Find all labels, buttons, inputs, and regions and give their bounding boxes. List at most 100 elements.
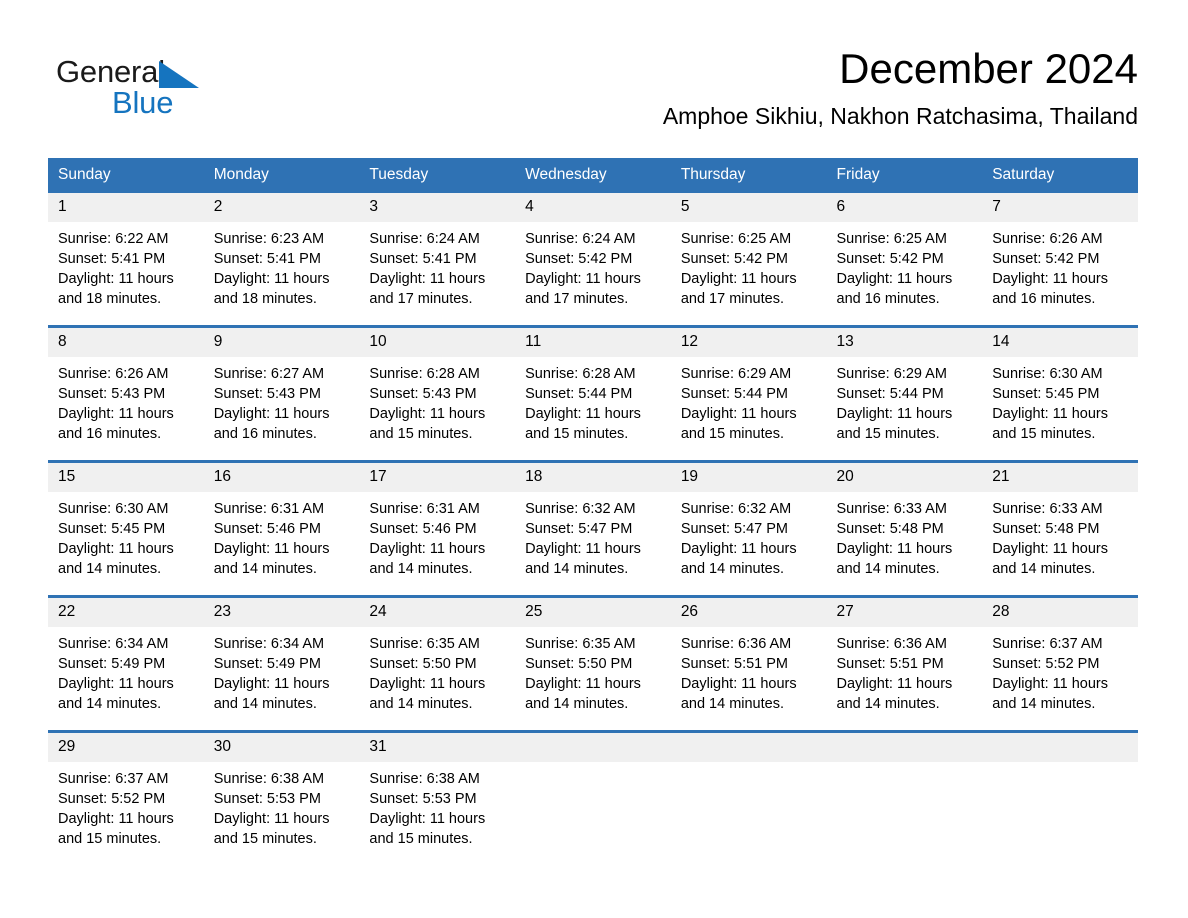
day-details: Sunrise: 6:33 AM Sunset: 5:48 PM Daylight:… [827,492,983,579]
day-number [515,733,671,762]
calendar-week-row: 22 Sunrise: 6:34 AM Sunset: 5:49 PM Dayligh… [48,595,1138,732]
sunset-text: Sunset: 5:41 PM [369,251,477,267]
calendar-day-cell[interactable]: 1 Sunrise: 6:22 AM Sunset: 5:41 PM Daylight… [48,193,204,327]
day-details: Sunrise: 6:29 AM Sunset: 5:44 PM Daylight:… [671,357,827,444]
day-number: 31 [359,733,516,762]
calendar-day-cell[interactable]: 22 Sunrise: 6:34 AM Sunset: 5:49 PM Dayligh… [48,595,204,732]
daylight-text-line1: Daylight: 11 hours [525,406,641,422]
daylight-text-line1: Daylight: 11 hours [992,676,1109,692]
sunrise-text: Sunrise: 6:31 AM [213,501,325,517]
calendar-day-cell[interactable]: 16 Sunrise: 6:31 AM Sunset: 5:46 PM Dayligh… [203,460,360,597]
daylight-text-line1: Daylight: 11 hours [525,271,641,287]
weekday-header-thursday: Thursday [670,158,827,193]
calendar-day-cell[interactable]: 7 Sunrise: 6:26 AM Sunset: 5:42 PM Daylight… [982,193,1138,327]
calendar-day-cell[interactable]: 13 Sunrise: 6:29 AM Sunset: 5:44 PM Dayligh… [826,325,983,462]
calendar-day-cell[interactable]: 24 Sunrise: 6:35 AM Sunset: 5:50 PM Dayligh… [359,595,516,732]
daylight-text-line1: Daylight: 11 hours [213,541,330,557]
daylight-text-line2: and 18 minutes. [213,291,317,307]
calendar-day-cell[interactable]: 5 Sunrise: 6:25 AM Sunset: 5:42 PM Daylight… [670,193,827,327]
calendar-week-row: 29 Sunrise: 6:37 AM Sunset: 5:52 PM Dayligh… [48,730,1138,865]
daylight-text-line2: and 14 minutes. [525,561,629,577]
calendar-day-cell[interactable]: 18 Sunrise: 6:32 AM Sunset: 5:47 PM Dayligh… [515,460,671,597]
calendar-day-cell[interactable]: 14 Sunrise: 6:30 AM Sunset: 5:45 PM Dayligh… [982,325,1138,462]
day-number: 3 [359,193,516,222]
calendar-day-cell[interactable]: 9 Sunrise: 6:27 AM Sunset: 5:43 PM Daylight… [203,325,360,462]
daylight-text-line1: Daylight: 11 hours [680,406,797,422]
daylight-text-line1: Daylight: 11 hours [213,271,330,287]
calendar-day-cell[interactable]: 17 Sunrise: 6:31 AM Sunset: 5:46 PM Dayligh… [359,460,516,597]
calendar-day-cell[interactable]: 26 Sunrise: 6:36 AM Sunset: 5:51 PM Dayligh… [670,595,827,732]
generalblue-logo[interactable]: General Blue [56,54,256,134]
daylight-text-line1: Daylight: 11 hours [992,406,1109,422]
calendar-day-cell[interactable]: 11 Sunrise: 6:28 AM Sunset: 5:44 PM Dayligh… [515,325,671,462]
daylight-text-line1: Daylight: 11 hours [58,406,174,422]
sunset-text: Sunset: 5:53 PM [213,791,321,807]
day-number: 22 [48,598,204,627]
sunrise-text: Sunrise: 6:28 AM [525,366,636,382]
sunrise-text: Sunrise: 6:24 AM [369,231,480,247]
calendar-day-cell[interactable]: 6 Sunrise: 6:25 AM Sunset: 5:42 PM Daylight… [826,193,983,327]
calendar-day-cell[interactable]: 27 Sunrise: 6:36 AM Sunset: 5:51 PM Dayligh… [826,595,983,732]
calendar-day-cell[interactable]: 2 Sunrise: 6:23 AM Sunset: 5:41 PM Daylight… [203,193,360,327]
calendar-day-cell[interactable]: 20 Sunrise: 6:33 AM Sunset: 5:48 PM Dayligh… [826,460,983,597]
sunset-text: Sunset: 5:45 PM [58,521,166,537]
calendar-day-cell[interactable]: 31 Sunrise: 6:38 AM Sunset: 5:53 PM Dayligh… [359,730,516,865]
day-details: Sunrise: 6:32 AM Sunset: 5:47 PM Daylight:… [671,492,827,579]
daylight-text-line2: and 14 minutes. [836,561,940,577]
weekday-header-friday: Friday [826,158,983,193]
sunrise-text: Sunrise: 6:33 AM [992,501,1103,517]
calendar-day-cell[interactable]: 21 Sunrise: 6:33 AM Sunset: 5:48 PM Dayligh… [982,460,1138,597]
calendar-cell-empty [515,730,671,865]
calendar-day-cell[interactable]: 4 Sunrise: 6:24 AM Sunset: 5:42 PM Daylight… [515,193,671,327]
day-number: 1 [48,193,204,222]
day-number: 11 [515,328,671,357]
daylight-text-line2: and 14 minutes. [58,696,162,712]
sunrise-text: Sunrise: 6:38 AM [369,771,480,787]
day-details: Sunrise: 6:24 AM Sunset: 5:41 PM Daylight:… [359,222,515,309]
logo-text-blue: Blue [112,85,174,120]
day-number: 6 [826,193,983,222]
daylight-text-line1: Daylight: 11 hours [369,811,486,827]
calendar-cell-empty [982,730,1138,865]
sunset-text: Sunset: 5:46 PM [213,521,321,537]
day-number: 7 [982,193,1138,222]
day-details: Sunrise: 6:36 AM Sunset: 5:51 PM Daylight:… [827,627,983,714]
day-number: 25 [515,598,671,627]
daylight-text-line1: Daylight: 11 hours [525,541,641,557]
daylight-text-line1: Daylight: 11 hours [213,676,330,692]
calendar-day-cell[interactable]: 8 Sunrise: 6:26 AM Sunset: 5:43 PM Daylight… [48,325,204,462]
calendar-day-cell[interactable]: 25 Sunrise: 6:35 AM Sunset: 5:50 PM Dayligh… [515,595,671,732]
daylight-text-line2: and 15 minutes. [213,831,317,847]
day-number: 23 [203,598,360,627]
calendar-day-cell[interactable]: 15 Sunrise: 6:30 AM Sunset: 5:45 PM Dayligh… [48,460,204,597]
calendar-day-cell[interactable]: 23 Sunrise: 6:34 AM Sunset: 5:49 PM Dayligh… [203,595,360,732]
sunrise-text: Sunrise: 6:35 AM [369,636,480,652]
calendar-table: Sunday Monday Tuesday Wednesday Thursday… [48,158,1138,865]
daylight-text-line1: Daylight: 11 hours [369,271,486,287]
calendar-day-cell[interactable]: 30 Sunrise: 6:38 AM Sunset: 5:53 PM Dayligh… [203,730,360,865]
day-number: 2 [203,193,360,222]
sunset-text: Sunset: 5:51 PM [680,656,789,672]
daylight-text-line2: and 15 minutes. [680,426,784,442]
daylight-text-line1: Daylight: 11 hours [680,541,797,557]
daylight-text-line2: and 14 minutes. [58,561,162,577]
calendar-day-cell[interactable]: 3 Sunrise: 6:24 AM Sunset: 5:41 PM Daylight… [359,193,516,327]
calendar-day-cell[interactable]: 10 Sunrise: 6:28 AM Sunset: 5:43 PM Dayligh… [359,325,516,462]
day-details: Sunrise: 6:34 AM Sunset: 5:49 PM Daylight:… [204,627,360,714]
sunset-text: Sunset: 5:51 PM [836,656,944,672]
daylight-text-line1: Daylight: 11 hours [836,271,953,287]
calendar-day-cell[interactable]: 29 Sunrise: 6:37 AM Sunset: 5:52 PM Dayligh… [48,730,204,865]
calendar-day-cell[interactable]: 19 Sunrise: 6:32 AM Sunset: 5:47 PM Dayligh… [670,460,827,597]
sunset-text: Sunset: 5:47 PM [680,521,789,537]
daylight-text-line2: and 15 minutes. [992,426,1096,442]
calendar-day-cell[interactable]: 12 Sunrise: 6:29 AM Sunset: 5:44 PM Dayligh… [670,325,827,462]
day-number: 8 [48,328,204,357]
calendar-day-cell[interactable]: 28 Sunrise: 6:37 AM Sunset: 5:52 PM Dayligh… [982,595,1138,732]
daylight-text-line1: Daylight: 11 hours [992,271,1109,287]
sunrise-text: Sunrise: 6:34 AM [58,636,169,652]
sunrise-text: Sunrise: 6:32 AM [525,501,636,517]
sunrise-text: Sunrise: 6:34 AM [213,636,325,652]
day-details: Sunrise: 6:30 AM Sunset: 5:45 PM Daylight:… [48,492,204,579]
sunrise-text: Sunrise: 6:29 AM [836,366,947,382]
calendar-cell-empty [826,730,983,865]
